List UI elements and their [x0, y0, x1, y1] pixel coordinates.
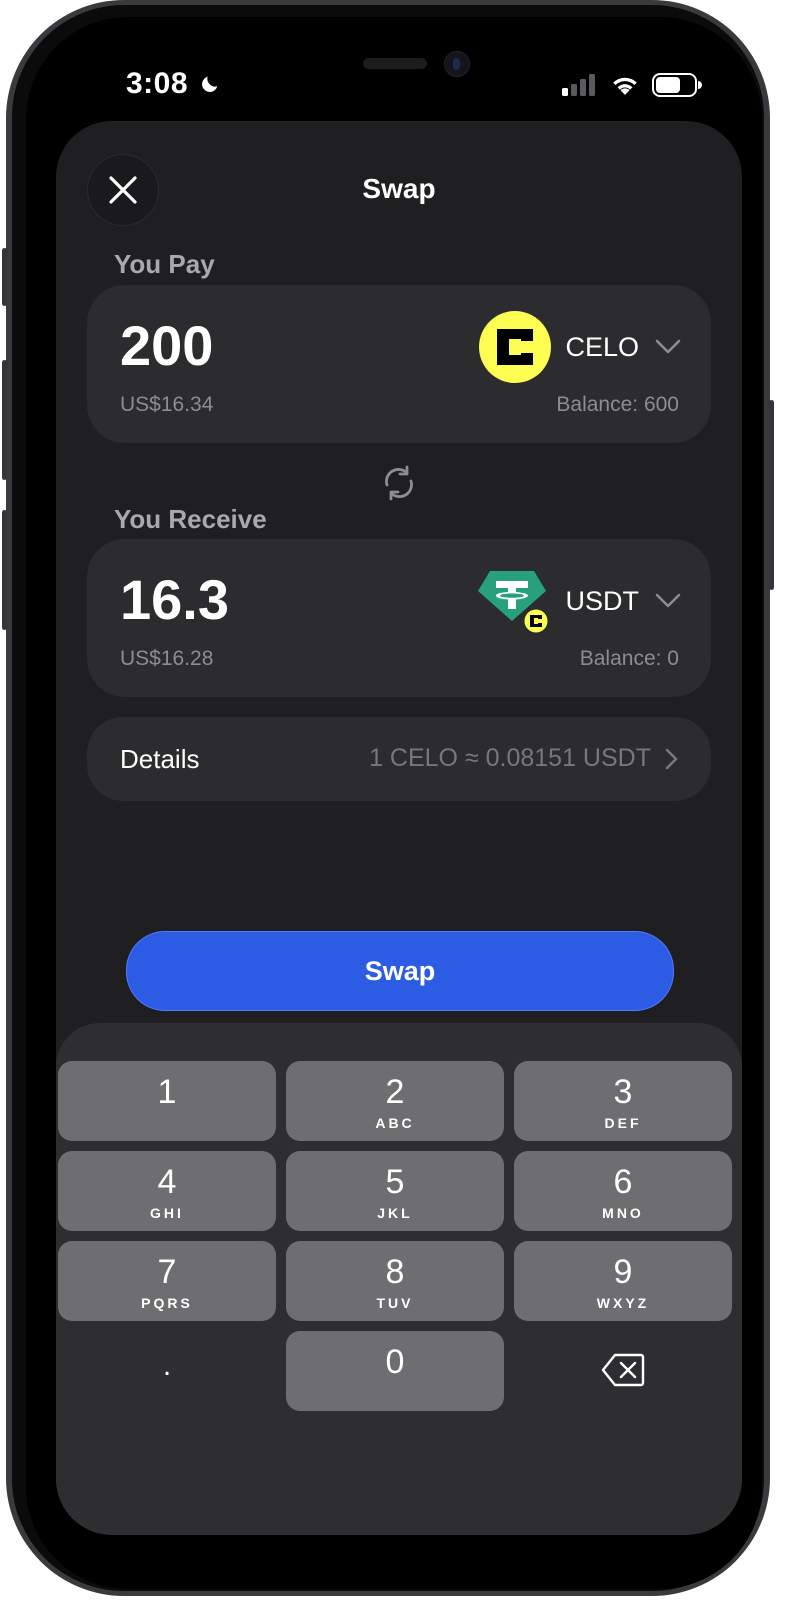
swap-button[interactable]: Swap: [126, 931, 674, 1011]
key-digit: 5: [385, 1163, 405, 1201]
pay-fiat-value: US$16.34: [120, 393, 214, 416]
details-row[interactable]: Details 1 CELO ≈ 0.08151 USDT: [87, 717, 711, 801]
key-letters: TUV: [376, 1295, 414, 1311]
front-camera: [444, 51, 470, 77]
wifi-icon: [613, 77, 637, 95]
key-letters: WXYZ: [596, 1295, 650, 1311]
key-6[interactable]: 6 MNO: [514, 1151, 732, 1231]
volume-up-button: [2, 360, 7, 480]
side-button: [769, 400, 774, 590]
moon-icon: [201, 76, 218, 92]
receive-fiat-value: US$16.28: [120, 647, 214, 670]
page-title: Swap: [362, 173, 436, 204]
key-digit: 8: [385, 1253, 405, 1291]
key-digit: 6: [613, 1163, 633, 1201]
usdt-token-icon: [477, 571, 550, 636]
status-icons: [562, 73, 702, 97]
key-delete[interactable]: [514, 1331, 732, 1411]
volume-down-button: [2, 510, 7, 630]
numeric-keypad: 1 2 ABC 3 DEF 4 GHI 5 JKL 6 MNO 7 PQRS 8…: [56, 1023, 742, 1535]
key-9[interactable]: 9 WXYZ: [514, 1241, 732, 1321]
key-digit: 0: [385, 1343, 405, 1381]
receive-balance: Balance: 0: [579, 647, 679, 670]
key-letters: MNO: [602, 1205, 644, 1221]
receive-token-name: USDT: [565, 585, 640, 616]
pay-balance: Balance: 600: [556, 393, 679, 416]
battery-icon: [652, 73, 702, 97]
key-3[interactable]: 3 DEF: [514, 1061, 732, 1141]
phone-frame: 3:08 Swap You Pay 200 US$16.34 Balance: …: [2, 0, 774, 1596]
swap-direction-icon[interactable]: [379, 463, 419, 503]
chevron-down-icon: [655, 339, 681, 354]
status-time: 3:08: [126, 67, 221, 101]
key-digit: 9: [613, 1253, 633, 1291]
exchange-rate: 1 CELO ≈ 0.08151 USDT: [369, 744, 651, 772]
screen: 3:08 Swap You Pay 200 US$16.34 Balance: …: [26, 17, 762, 1589]
key-letters: PQRS: [141, 1295, 193, 1311]
pay-token-selector[interactable]: CELO: [479, 311, 681, 383]
action-button: [2, 248, 7, 306]
key-5[interactable]: 5 JKL: [286, 1151, 504, 1231]
receive-card: 16.3 US$16.28 Balance: 0 USDT: [87, 539, 711, 697]
key-7[interactable]: 7 PQRS: [58, 1241, 276, 1321]
receive-amount: 16.3: [120, 568, 229, 631]
key-letters: GHI: [150, 1205, 184, 1221]
swap-sheet: Swap You Pay 200 US$16.34 Balance: 600 C…: [56, 121, 742, 1535]
backspace-icon: [601, 1353, 645, 1387]
key-letters: ABC: [375, 1115, 415, 1131]
chevron-down-icon: [655, 593, 681, 608]
key-digit: 3: [613, 1073, 633, 1111]
receive-token-selector[interactable]: USDT: [476, 565, 682, 637]
key-8[interactable]: 8 TUV: [286, 1241, 504, 1321]
dynamic-island: [363, 58, 427, 69]
key-digit: 7: [157, 1253, 177, 1291]
you-receive-label: You Receive: [114, 504, 267, 534]
key-letters: DEF: [604, 1115, 642, 1131]
key-decimal[interactable]: .: [58, 1331, 276, 1411]
pay-amount-input[interactable]: 200: [120, 313, 213, 378]
chevron-right-icon: [665, 748, 678, 770]
key-digit: 2: [385, 1073, 405, 1111]
key-digit: .: [162, 1349, 172, 1382]
key-0[interactable]: 0: [286, 1331, 504, 1411]
details-label: Details: [120, 744, 200, 774]
cellular-signal-icon: [562, 74, 595, 96]
you-pay-label: You Pay: [114, 249, 215, 279]
key-2[interactable]: 2 ABC: [286, 1061, 504, 1141]
celo-token-icon: [479, 311, 552, 383]
key-1[interactable]: 1: [58, 1061, 276, 1141]
key-4[interactable]: 4 GHI: [58, 1151, 276, 1231]
pay-card: 200 US$16.34 Balance: 600 CELO: [87, 285, 711, 443]
key-digit: 1: [157, 1073, 177, 1111]
key-letters: JKL: [377, 1205, 413, 1221]
key-digit: 4: [157, 1163, 177, 1201]
pay-token-name: CELO: [565, 331, 639, 362]
